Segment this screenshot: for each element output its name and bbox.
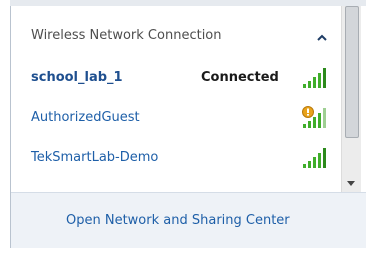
scroll-thumb[interactable]: [345, 6, 359, 138]
network-name: school_lab_1: [31, 70, 123, 85]
network-row-teksmartlab-demo[interactable]: TekSmartLab-Demo: [11, 138, 341, 178]
section-title: Wireless Network Connection: [31, 28, 222, 43]
wifi-signal-icon: [301, 146, 331, 170]
network-status: Connected: [201, 70, 279, 85]
popup-footer: Open Network and Sharing Center: [11, 192, 366, 249]
network-name: TekSmartLab-Demo: [31, 150, 159, 165]
bottom-strip: [0, 248, 366, 259]
wifi-signal-icon: [301, 66, 331, 90]
open-network-sharing-center-link[interactable]: Open Network and Sharing Center: [66, 213, 290, 229]
network-row-authorized-guest[interactable]: AuthorizedGuest: [11, 98, 341, 138]
network-list: Wireless Network Connection school_lab_1…: [11, 6, 341, 192]
section-header-wireless[interactable]: Wireless Network Connection: [11, 6, 341, 46]
chevron-up-icon[interactable]: [315, 32, 329, 44]
scroll-down-arrow-icon[interactable]: [345, 178, 357, 188]
left-edge: [0, 0, 10, 248]
network-row-school-lab-1[interactable]: school_lab_1 Connected: [11, 58, 341, 98]
network-name: AuthorizedGuest: [31, 110, 140, 125]
vertical-scrollbar[interactable]: [341, 6, 361, 192]
wifi-signal-warning-icon: [301, 106, 331, 130]
